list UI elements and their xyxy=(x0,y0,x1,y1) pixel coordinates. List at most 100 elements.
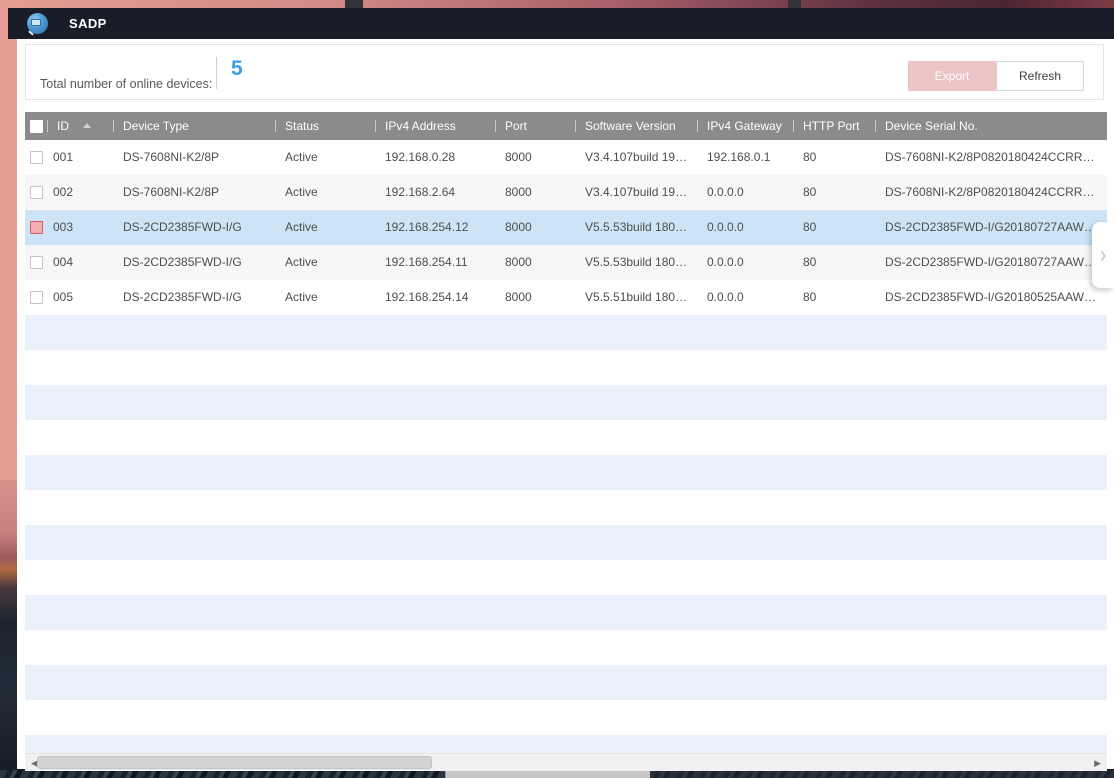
cell-port: 8000 xyxy=(495,245,575,280)
refresh-button[interactable]: Refresh xyxy=(996,61,1084,91)
row-checkbox[interactable] xyxy=(30,151,43,164)
chevron-right-icon: › xyxy=(1100,242,1106,268)
column-header-id[interactable]: ID xyxy=(47,112,113,140)
cell-software-version: V5.5.53build 180… xyxy=(575,245,697,280)
cell-id: 005 xyxy=(47,280,113,315)
cell-status: Active xyxy=(275,175,375,210)
cell-status: Active xyxy=(275,210,375,245)
device-table: IDDevice TypeStatusIPv4 AddressPortSoftw… xyxy=(25,112,1107,315)
cell-port: 8000 xyxy=(495,280,575,315)
background-window-tab xyxy=(788,0,801,8)
table-row[interactable]: 003DS-2CD2385FWD-I/GActive192.168.254.12… xyxy=(25,210,1107,245)
cell-device-type: DS-2CD2385FWD-I/G xyxy=(113,280,275,315)
empty-row xyxy=(25,560,1107,595)
column-header-device-serial-no-[interactable]: Device Serial No. xyxy=(875,112,1107,140)
cell-http-port: 80 xyxy=(793,175,875,210)
cell-ipv4-gateway: 0.0.0.0 xyxy=(697,175,793,210)
main-window: Total number of online devices: 5 Export… xyxy=(17,39,1114,770)
column-header-device-type[interactable]: Device Type xyxy=(113,112,275,140)
background-window-tab xyxy=(345,0,363,8)
background-window-edge xyxy=(445,770,650,778)
scroll-right-icon[interactable]: ▶ xyxy=(1094,757,1101,769)
row-checkbox[interactable] xyxy=(30,186,43,199)
titlebar: SADP xyxy=(8,8,1114,39)
empty-row xyxy=(25,700,1107,735)
empty-table-area xyxy=(25,315,1107,753)
row-checkbox[interactable] xyxy=(30,256,43,269)
cell-status: Active xyxy=(275,245,375,280)
cell-ipv4-address: 192.168.254.14 xyxy=(375,280,495,315)
app-title: SADP xyxy=(69,16,107,31)
cell-software-version: V5.5.53build 180… xyxy=(575,210,697,245)
column-header-ipv4-address[interactable]: IPv4 Address xyxy=(375,112,495,140)
cell-software-version: V3.4.107build 19… xyxy=(575,140,697,175)
device-count: 5 xyxy=(231,57,243,81)
cell-device-type: DS-7608NI-K2/8P xyxy=(113,175,275,210)
table-row[interactable]: 001DS-7608NI-K2/8PActive192.168.0.288000… xyxy=(25,140,1107,175)
cell-software-version: V5.5.51build 180… xyxy=(575,280,697,315)
cell-http-port: 80 xyxy=(793,140,875,175)
cell-http-port: 80 xyxy=(793,280,875,315)
cell-ipv4-address: 192.168.254.12 xyxy=(375,210,495,245)
column-header-ipv4-gateway[interactable]: IPv4 Gateway xyxy=(697,112,793,140)
toolbar: Total number of online devices: 5 Export… xyxy=(25,44,1104,100)
cell-port: 8000 xyxy=(495,140,575,175)
background-window-edge xyxy=(650,770,1114,778)
column-header-status[interactable]: Status xyxy=(275,112,375,140)
cell-device-type: DS-2CD2385FWD-I/G xyxy=(113,210,275,245)
cell-ipv4-gateway: 0.0.0.0 xyxy=(697,280,793,315)
cell-serial-no: DS-2CD2385FWD-I/G20180525AAW… xyxy=(875,280,1107,315)
cell-ipv4-gateway: 0.0.0.0 xyxy=(697,245,793,280)
select-all-checkbox[interactable] xyxy=(30,120,43,133)
cell-serial-no: DS-2CD2385FWD-I/G20180727AAW… xyxy=(875,210,1107,245)
row-checkbox[interactable] xyxy=(30,221,43,234)
cell-ipv4-address: 192.168.2.64 xyxy=(375,175,495,210)
empty-row xyxy=(25,315,1107,350)
empty-row xyxy=(25,665,1107,700)
sort-ascending-icon xyxy=(83,123,91,128)
cell-ipv4-address: 192.168.0.28 xyxy=(375,140,495,175)
empty-row xyxy=(25,490,1107,525)
export-button[interactable]: Export xyxy=(908,61,996,91)
cell-serial-no: DS-7608NI-K2/8P0820180424CCRR… xyxy=(875,175,1107,210)
empty-row xyxy=(25,385,1107,420)
cell-id: 004 xyxy=(47,245,113,280)
desktop-wallpaper xyxy=(0,480,17,778)
cell-software-version: V3.4.107build 19… xyxy=(575,175,697,210)
sadp-logo-icon xyxy=(27,13,48,34)
cell-status: Active xyxy=(275,140,375,175)
cell-id: 002 xyxy=(47,175,113,210)
divider xyxy=(216,57,217,89)
empty-row xyxy=(25,455,1107,490)
table-row[interactable]: 002DS-7608NI-K2/8PActive192.168.2.648000… xyxy=(25,175,1107,210)
empty-row xyxy=(25,350,1107,385)
horizontal-scrollbar[interactable]: ◀ ▶ xyxy=(25,753,1107,771)
cell-http-port: 80 xyxy=(793,210,875,245)
cell-id: 003 xyxy=(47,210,113,245)
cell-ipv4-gateway: 0.0.0.0 xyxy=(697,210,793,245)
cell-serial-no: DS-2CD2385FWD-I/G20180727AAW… xyxy=(875,245,1107,280)
expand-panel-button[interactable]: › xyxy=(1092,222,1114,288)
empty-row xyxy=(25,420,1107,455)
cell-port: 8000 xyxy=(495,210,575,245)
cell-status: Active xyxy=(275,280,375,315)
cell-ipv4-address: 192.168.254.11 xyxy=(375,245,495,280)
empty-row xyxy=(25,595,1107,630)
table-header: IDDevice TypeStatusIPv4 AddressPortSoftw… xyxy=(25,112,1107,140)
cell-device-type: DS-7608NI-K2/8P xyxy=(113,140,275,175)
cell-ipv4-gateway: 192.168.0.1 xyxy=(697,140,793,175)
empty-row xyxy=(25,630,1107,665)
table-row[interactable]: 005DS-2CD2385FWD-I/GActive192.168.254.14… xyxy=(25,280,1107,315)
row-checkbox[interactable] xyxy=(30,291,43,304)
cell-id: 001 xyxy=(47,140,113,175)
column-header-software-version[interactable]: Software Version xyxy=(575,112,697,140)
table-body: 001DS-7608NI-K2/8PActive192.168.0.288000… xyxy=(25,140,1107,315)
scrollbar-thumb[interactable] xyxy=(37,756,432,769)
column-header-http-port[interactable]: HTTP Port xyxy=(793,112,875,140)
empty-row xyxy=(25,735,1107,753)
table-row[interactable]: 004DS-2CD2385FWD-I/GActive192.168.254.11… xyxy=(25,245,1107,280)
column-header-port[interactable]: Port xyxy=(495,112,575,140)
total-devices-label: Total number of online devices: xyxy=(40,77,212,91)
cell-port: 8000 xyxy=(495,175,575,210)
empty-row xyxy=(25,525,1107,560)
